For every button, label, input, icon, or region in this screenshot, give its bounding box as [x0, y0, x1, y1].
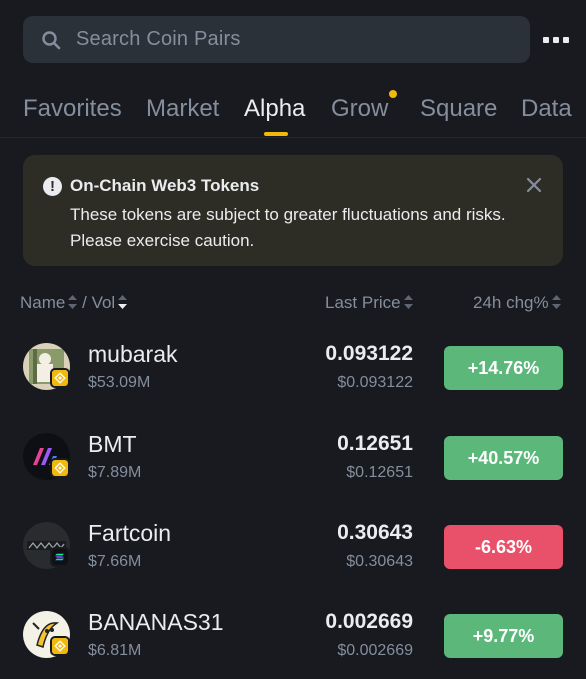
- token-row-mubarak[interactable]: mubarak $53.09M 0.093122 $0.093122 +14.7…: [0, 334, 586, 423]
- token-name: BANANAS31: [88, 609, 224, 635]
- last-price-usd: $0.12651: [346, 464, 413, 481]
- sort-icon: [551, 295, 561, 309]
- sort-icon: [403, 295, 413, 309]
- column-change-label: 24h chg%: [473, 293, 549, 312]
- last-price-usd: $0.30643: [346, 553, 413, 570]
- column-header-name-vol: Name / Vol: [20, 293, 128, 313]
- tab-data[interactable]: Data: [521, 95, 572, 123]
- search-input[interactable]: Search Coin Pairs: [23, 16, 530, 63]
- more-options-button[interactable]: [543, 28, 569, 50]
- sort-by-name[interactable]: Name: [20, 293, 78, 312]
- last-price: 0.093122: [325, 342, 413, 365]
- notification-dot-icon: [389, 90, 397, 98]
- tab-alpha[interactable]: Alpha: [244, 95, 305, 123]
- notice-title: On-Chain Web3 Tokens: [70, 176, 260, 195]
- change-badge[interactable]: +40.57%: [444, 436, 563, 480]
- change-badge[interactable]: +14.76%: [444, 346, 563, 390]
- column-separator: /: [82, 293, 87, 312]
- sort-by-change[interactable]: 24h chg%: [473, 293, 561, 313]
- active-tab-indicator: [264, 132, 288, 136]
- last-price-usd: $0.093122: [337, 374, 413, 391]
- change-badge[interactable]: +9.77%: [444, 614, 563, 658]
- search-icon: [42, 31, 61, 50]
- column-name-label: Name: [20, 293, 66, 312]
- bnb-chain-badge-icon: [50, 636, 70, 656]
- token-row-bmt[interactable]: BMT $7.89M 0.12651 $0.12651 +40.57%: [0, 424, 586, 513]
- last-price-usd: $0.002669: [337, 642, 413, 659]
- token-name: BMT: [88, 431, 137, 457]
- last-price: 0.12651: [337, 432, 413, 455]
- tab-square[interactable]: Square: [420, 95, 497, 123]
- last-price: 0.30643: [337, 521, 413, 544]
- token-name: mubarak: [88, 341, 178, 367]
- sort-icon: [68, 295, 78, 309]
- bnb-chain-badge-icon: [50, 458, 70, 478]
- token-volume: $7.66M: [88, 553, 142, 570]
- token-volume: $53.09M: [88, 374, 151, 391]
- token-volume: $7.89M: [88, 464, 142, 481]
- change-badge[interactable]: -6.63%: [444, 525, 563, 569]
- tab-favorites[interactable]: Favorites: [23, 95, 122, 123]
- notice-body: These tokens are subject to greater fluc…: [70, 205, 506, 250]
- sort-by-vol[interactable]: Vol: [92, 293, 128, 312]
- sort-desc-icon: [118, 295, 128, 309]
- web3-warning-banner: ! On-Chain Web3 Tokens These tokens are …: [23, 155, 563, 266]
- exclamation-icon: !: [43, 177, 62, 196]
- more-dot-icon: [553, 37, 559, 43]
- tab-grow[interactable]: Grow: [331, 95, 388, 123]
- search-placeholder: Search Coin Pairs: [76, 28, 241, 50]
- market-tabs: Favorites Market Alpha Grow Square Data: [0, 90, 586, 138]
- more-dot-icon: [543, 37, 549, 43]
- more-dot-icon: [563, 37, 569, 43]
- last-price: 0.002669: [325, 610, 413, 633]
- search-row: Search Coin Pairs: [23, 16, 569, 63]
- column-vol-label: Vol: [91, 293, 116, 312]
- tab-market[interactable]: Market: [146, 95, 219, 123]
- token-volume: $6.81M: [88, 642, 142, 659]
- token-name: Fartcoin: [88, 520, 172, 546]
- token-row-fartcoin[interactable]: Fartcoin $7.66M 0.30643 $0.30643 -6.63%: [0, 513, 586, 602]
- solana-chain-badge-icon: [50, 547, 70, 567]
- sort-by-last-price[interactable]: Last Price: [325, 293, 413, 313]
- token-row-bananas31[interactable]: BANANAS31 $6.81M 0.002669 $0.002669 +9.7…: [0, 602, 586, 679]
- column-last-price-label: Last Price: [325, 293, 401, 312]
- bnb-chain-badge-icon: [50, 368, 70, 388]
- close-icon[interactable]: [524, 175, 544, 195]
